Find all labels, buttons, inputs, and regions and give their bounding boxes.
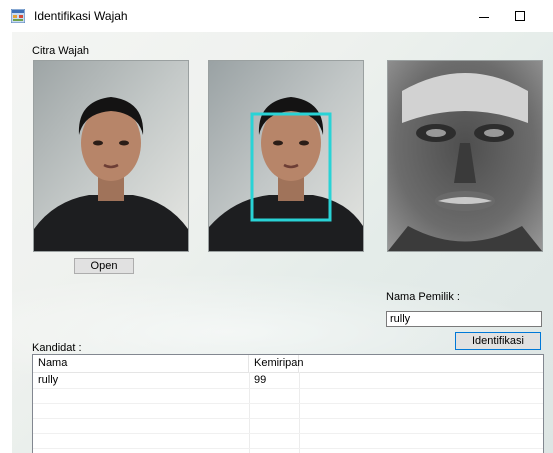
main-window: Identifikasi Wajah Citra Wajah Open Nama… [0, 0, 553, 453]
citra-wajah-label: Citra Wajah [32, 45, 90, 57]
owner-name-input[interactable] [386, 311, 542, 327]
candidate-name-cell: rully [38, 374, 59, 386]
form-client-area: Citra Wajah Open Nama Pemilik: rully Id… [12, 32, 553, 453]
maximize-icon [515, 11, 525, 21]
row-divider [33, 403, 543, 404]
form-icon [11, 9, 25, 23]
column-header-empty[interactable] [299, 355, 543, 372]
row-divider [33, 433, 543, 434]
column-header-kemiripan[interactable]: Kemiripan [249, 355, 304, 372]
row-divider [33, 388, 543, 389]
minimize-icon [479, 17, 489, 18]
nama-pemilik-label: Nama Pemilik : [386, 291, 460, 303]
kandidat-label: Kandidat : [32, 342, 82, 354]
table-row[interactable]: rully 99 [33, 373, 543, 388]
window-title: Identifikasi Wajah [34, 9, 128, 23]
minimize-button[interactable] [466, 0, 502, 32]
processed-face-image [387, 60, 543, 252]
title-bar[interactable]: Identifikasi Wajah [0, 0, 553, 32]
maximize-button[interactable] [502, 0, 538, 32]
detected-face-image [208, 60, 364, 252]
identifikasi-button[interactable]: Identifikasi [455, 332, 541, 350]
column-header-nama[interactable]: Nama [33, 355, 249, 372]
candidate-list-header: Nama Kemiripan [33, 355, 543, 373]
open-button[interactable]: Open [74, 258, 134, 274]
row-divider [33, 448, 543, 449]
candidate-extra-cell [299, 373, 543, 388]
candidate-similarity-cell: 99 [254, 374, 267, 386]
candidate-list[interactable]: Nama Kemiripan rully 99 [32, 354, 544, 453]
row-divider [33, 418, 543, 419]
original-face-image [33, 60, 189, 252]
